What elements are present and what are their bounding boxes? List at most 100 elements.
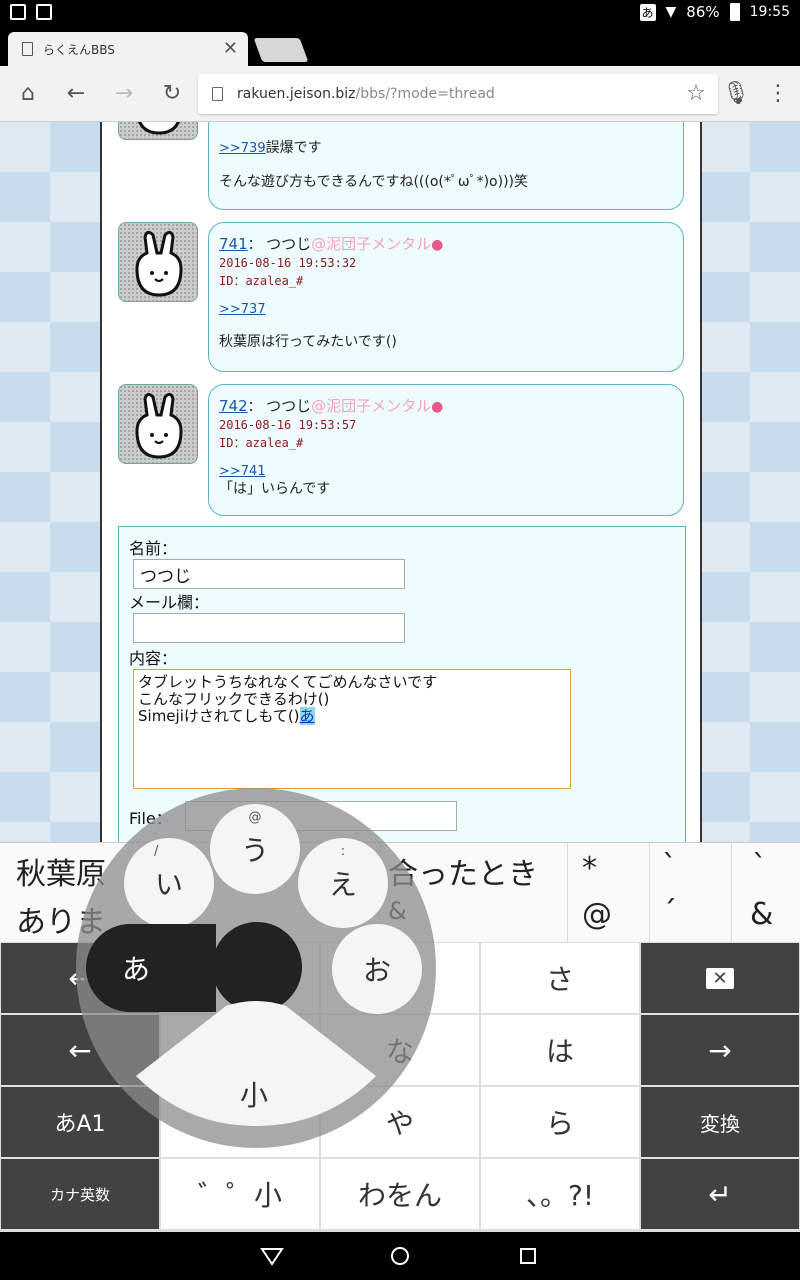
post-body: そんな遊び方もできるんですね(((o(*ﾟωﾟ*)o)))笑: [219, 174, 529, 190]
flick-label: う: [240, 834, 269, 867]
candidate-bottom: ´: [662, 895, 677, 930]
poster-trip: @泥団子メンタル: [311, 235, 432, 253]
dango-icon: ●: [431, 237, 444, 253]
candidate[interactable]: ` &: [732, 843, 800, 943]
candidate-top: *: [582, 851, 597, 886]
content-line: Simejiけされてしもて(): [138, 707, 300, 725]
post-number[interactable]: 742: [219, 397, 248, 415]
candidate-top: 秋葉原: [16, 857, 106, 892]
post: >>739誤爆です そんな遊び方もできるんですね(((o(*ﾟωﾟ*)o)))笑: [208, 122, 684, 210]
reload-icon[interactable]: ↻: [158, 80, 186, 108]
browser-toolbar: ⌂ ← → ↻ rakuen.jeison.biz/bbs/?mode=thre…: [0, 66, 800, 122]
content-label: 内容：: [129, 649, 178, 668]
key-label: ゛゜小: [197, 1179, 282, 1212]
tab-strip: らくえんBBS ✕: [0, 26, 800, 66]
cursor-right-key[interactable]: →: [641, 1015, 799, 1085]
ime-indicator: あ: [639, 3, 656, 21]
reply-anchor[interactable]: >>741: [219, 464, 266, 479]
candidate-top: `: [662, 849, 677, 884]
key-ha[interactable]: は: [481, 1015, 639, 1085]
flick-sup: @: [248, 810, 262, 825]
key-wa[interactable]: わをん: [321, 1159, 479, 1229]
flick-label: い: [154, 868, 183, 901]
key-label: あA1: [54, 1112, 106, 1137]
url-bar[interactable]: rakuen.jeison.biz/bbs/?mode=thread: [198, 74, 718, 114]
avatar: [118, 222, 198, 302]
mail-label: メール欄：: [129, 593, 210, 612]
post-separator: ：: [247, 237, 262, 253]
enter-key[interactable]: ↵: [641, 1159, 799, 1229]
dakuten-key[interactable]: ゛゜小: [161, 1159, 319, 1229]
flick-i[interactable]: / い: [124, 838, 214, 928]
candidate-bottom: &: [750, 897, 774, 932]
bookmark-star-icon[interactable]: ☆: [682, 80, 710, 108]
page-icon: [22, 42, 33, 56]
key-sa[interactable]: さ: [481, 943, 639, 1013]
post: 742： つつじ@泥団子メンタル● 2016-08-16 19:53:57 ID…: [208, 384, 684, 516]
kana-eisu-key[interactable]: カナ英数: [1, 1159, 159, 1229]
key-label: ら: [545, 1107, 574, 1140]
flick-small-label: 小: [240, 1079, 269, 1112]
nav-back-icon[interactable]: [260, 1244, 284, 1268]
back-icon[interactable]: ←: [62, 80, 90, 108]
arrow-right-icon: →: [708, 1033, 732, 1067]
henkan-key[interactable]: 変換: [641, 1087, 799, 1157]
status-bar: あ ▼ 86% 19:55: [0, 0, 800, 26]
battery-icon: [729, 3, 740, 21]
candidate[interactable]: * @: [568, 843, 650, 943]
nav-recents-icon[interactable]: [516, 1244, 540, 1268]
poster-id: ID：azalea_#: [219, 436, 304, 450]
flick-label: え: [328, 868, 357, 901]
flick-e[interactable]: : え: [298, 838, 388, 928]
arrow-left-icon: ←: [68, 1033, 92, 1067]
key-label: カナ英数: [49, 1185, 110, 1204]
flick-label: お: [362, 954, 391, 987]
name-input[interactable]: つつじ: [133, 559, 405, 589]
home-icon[interactable]: ⌂: [14, 80, 42, 108]
composing-text: あ: [299, 707, 315, 725]
key-label: わをん: [357, 1179, 442, 1212]
poster-id: ID：azalea_#: [219, 274, 304, 288]
poster-name: つつじ: [266, 397, 312, 415]
poster-name: つつじ: [266, 235, 312, 253]
dango-icon: ●: [431, 399, 444, 415]
post-number[interactable]: 741: [219, 235, 248, 253]
key-label: や: [385, 1107, 414, 1140]
key-ra[interactable]: ら: [481, 1087, 639, 1157]
reply-anchor[interactable]: >>739: [219, 141, 266, 156]
browser-tab[interactable]: らくえんBBS ✕: [8, 32, 248, 66]
wifi-icon: ▼: [665, 4, 677, 20]
mail-input[interactable]: [133, 613, 405, 643]
rabbit-avatar-icon: [135, 230, 183, 297]
name-label: 名前：: [129, 539, 178, 558]
menu-icon[interactable]: ⋮: [764, 80, 792, 108]
avatar: [118, 384, 198, 464]
rabbit-avatar-icon: [135, 392, 183, 459]
flick-sup: :: [340, 844, 346, 859]
flick-u[interactable]: @ う: [210, 804, 300, 894]
content-line: タブレットうちなれなくてごめんなさいです: [138, 673, 438, 691]
page-info-icon: [212, 87, 223, 101]
candidate[interactable]: ` ´: [650, 843, 732, 943]
post-date: 2016-08-16 19:53:32: [219, 256, 357, 270]
new-tab-button[interactable]: [253, 38, 309, 62]
image-notification-icon: [10, 4, 26, 20]
nav-home-icon[interactable]: [388, 1244, 412, 1268]
clock: 19:55: [749, 4, 790, 20]
avatar: [118, 122, 198, 140]
url-path: /bbs/?mode=thread: [355, 86, 495, 102]
forward-icon[interactable]: →: [110, 80, 138, 108]
backspace-key[interactable]: ✕: [641, 943, 799, 1013]
navigation-bar: [0, 1232, 800, 1280]
key-label: 変換: [700, 1111, 740, 1136]
punctuation-key[interactable]: 、。?!: [481, 1159, 639, 1229]
reply-anchor[interactable]: >>737: [219, 302, 266, 317]
post-body: 秋葉原は行ってみたいです(): [219, 334, 397, 350]
content-line: こんなフリックできるわけ(): [138, 690, 330, 708]
content-textarea[interactable]: タブレットうちなれなくてごめんなさいです こんなフリックできるわけ() Sime…: [133, 669, 571, 789]
rabbit-avatar-icon: [138, 122, 180, 135]
battery-level: 86%: [686, 3, 720, 21]
post-body: 「は」いらんです: [219, 481, 331, 497]
microphone-icon[interactable]: 🎙: [722, 80, 750, 108]
close-tab-icon[interactable]: ✕: [223, 38, 238, 59]
